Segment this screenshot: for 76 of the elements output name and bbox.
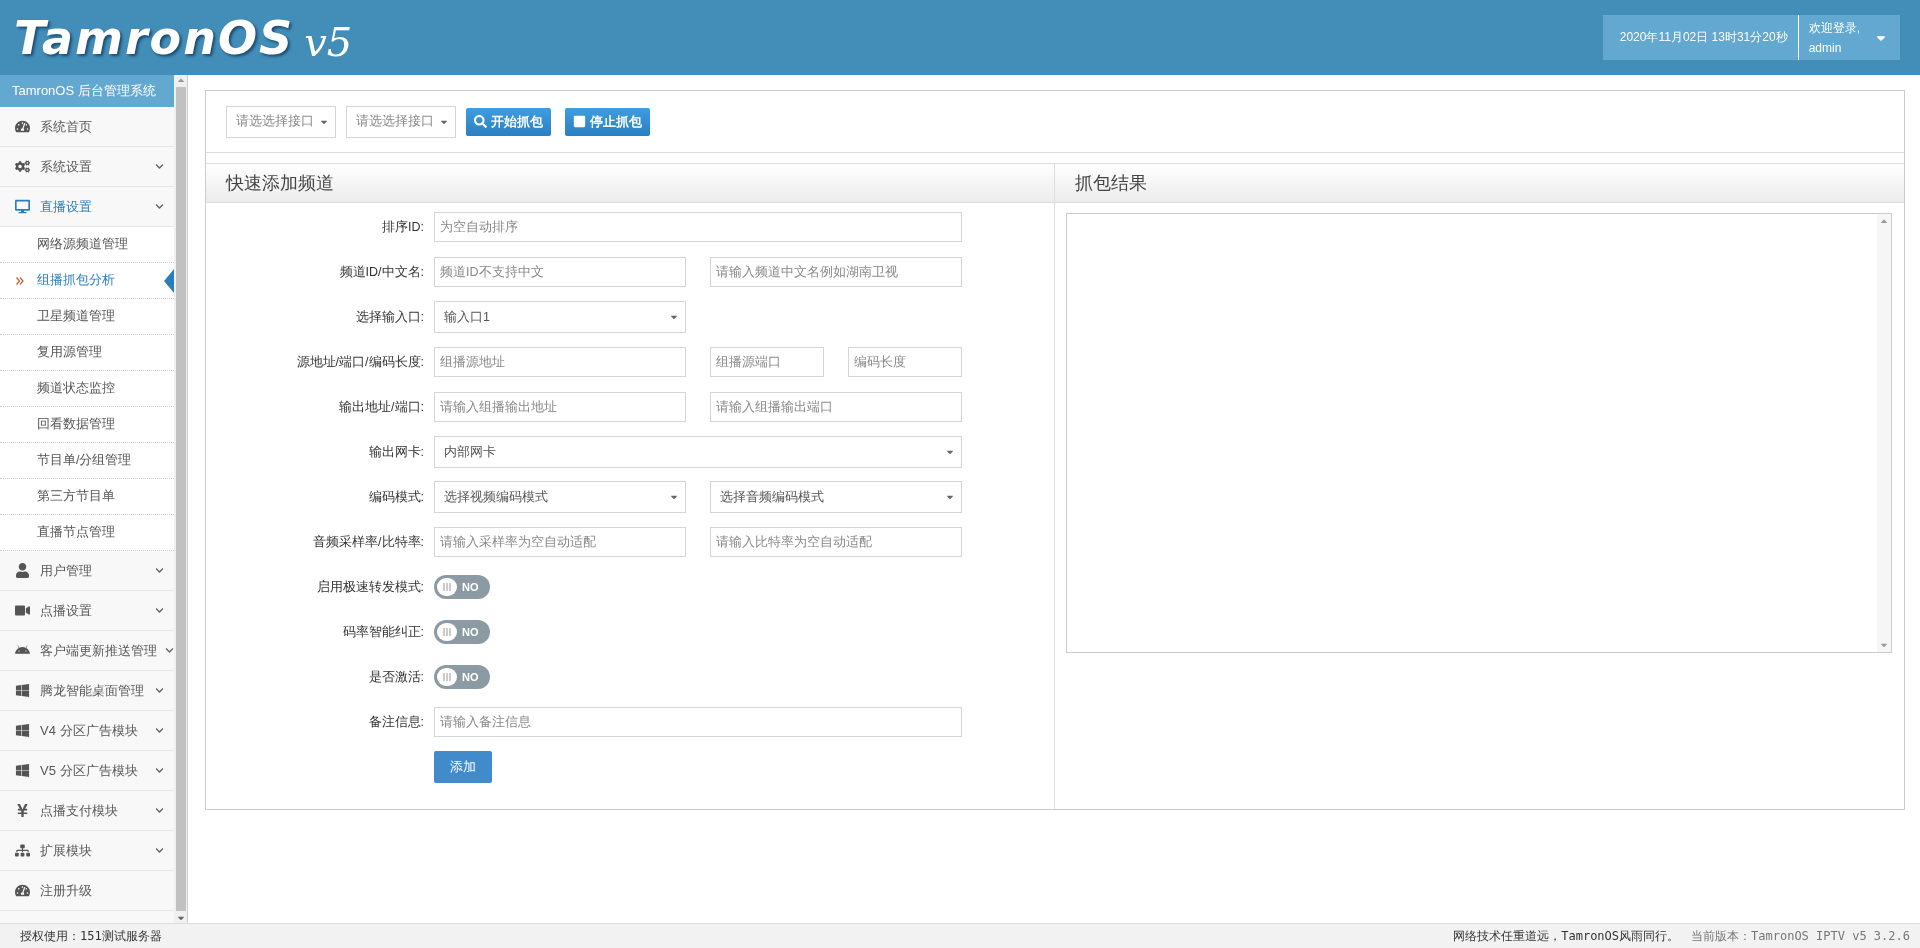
chevron-down-icon	[155, 806, 165, 815]
field-label: 选择输入口:	[354, 308, 425, 326]
grip-icon	[443, 673, 451, 681]
input-field[interactable]: 请输入备注信息	[434, 707, 962, 737]
sidebar-subitem[interactable]: 卫星频道管理	[0, 299, 175, 335]
scrollbar[interactable]	[174, 75, 187, 923]
search-icon	[474, 115, 487, 128]
input-field[interactable]: 组播源端口	[710, 347, 824, 377]
chevron-down-icon	[155, 566, 165, 575]
grip-icon	[443, 628, 451, 636]
input-field[interactable]: 请输入组播输出地址	[434, 392, 686, 422]
select-field[interactable]: 内部网卡	[434, 436, 962, 468]
add-button[interactable]: 添加	[434, 751, 492, 783]
double-chevron-icon	[16, 276, 24, 285]
logo-text: TamronOS	[14, 10, 295, 65]
interface-select[interactable]: 请选选择接口	[346, 105, 456, 138]
welcome-text: 欢迎登录,	[1808, 20, 1860, 37]
field-label: 输出网卡:	[367, 443, 425, 461]
sidebar-subitem[interactable]: 回看数据管理	[0, 407, 175, 443]
field-label: 码率智能纠正:	[341, 623, 425, 641]
field-label: 编码模式:	[367, 488, 425, 506]
select-field[interactable]: 选择视频编码模式	[434, 481, 686, 513]
input-field[interactable]: 频道ID不支持中文	[434, 257, 686, 287]
sidebar-subitem[interactable]: 节目单/分组管理	[0, 443, 175, 479]
chevron-down-icon	[155, 162, 165, 171]
interface-select[interactable]: 请选选择接口	[226, 105, 336, 138]
sitemap-icon	[12, 843, 32, 858]
logo-version: v5	[304, 18, 353, 65]
username-text: admin	[1808, 41, 1843, 55]
chevron-down-icon	[155, 766, 165, 775]
version-text: 当前版本：TamronOS IPTV v5 3.2.6	[1691, 927, 1910, 945]
license-text: 授权使用：151测试服务器	[20, 927, 162, 945]
input-field[interactable]: 请输入频道中文名例如湖南卫视	[710, 257, 962, 287]
input-field[interactable]: 请输入组播输出端口	[710, 392, 962, 422]
chevron-down-icon	[155, 686, 165, 695]
stop-capture-button[interactable]: 停止抓包	[565, 107, 650, 136]
sidebar-subitem[interactable]: 直播节点管理	[0, 515, 175, 551]
video-camera-icon	[12, 603, 32, 618]
sidebar-subitem[interactable]: 频道状态监控	[0, 371, 175, 407]
select-field[interactable]: 选择音频编码模式	[710, 481, 962, 513]
gears-icon	[12, 159, 32, 174]
chevron-down-icon	[155, 606, 165, 615]
chevron-down-icon	[155, 846, 165, 855]
field-label: 音频采样率/比特率:	[312, 533, 425, 551]
input-field[interactable]: 请输入采样率为空自动适配	[434, 527, 686, 557]
field-label: 是否激活:	[367, 668, 425, 686]
scrollbar[interactable]	[1877, 214, 1891, 652]
input-field[interactable]: 请输入比特率为空自动适配	[710, 527, 962, 557]
field-label: 备注信息:	[367, 713, 425, 731]
field-label: 输出地址/端口:	[338, 398, 425, 416]
stop-icon	[573, 115, 586, 128]
field-label: 频道ID/中文名:	[338, 263, 425, 281]
input-field[interactable]: 编码长度	[848, 347, 962, 377]
chevron-down-icon	[155, 202, 165, 211]
slogan-text: 网络技术任重道远，TamronOS风雨同行。	[1453, 927, 1680, 945]
sidebar-subitem[interactable]: 网络源频道管理	[0, 227, 175, 263]
field-label: 排序ID:	[381, 218, 425, 236]
input-field[interactable]: 组播源地址	[434, 347, 686, 377]
start-capture-button[interactable]: 开始抓包	[466, 107, 551, 136]
sidebar-subitem[interactable]: 组播抓包分析	[0, 263, 175, 299]
sidebar-subitem[interactable]: 第三方节目单	[0, 479, 175, 515]
sidebar-subitem[interactable]: 复用源管理	[0, 335, 175, 371]
monitor-icon	[12, 199, 32, 214]
sidebar-title: TamronOS 后台管理系统	[0, 75, 175, 107]
dashboard-icon	[12, 119, 32, 134]
panel-title: 抓包结果	[1054, 163, 1904, 203]
panel-title: 快速添加频道	[206, 163, 1054, 203]
field-label: 启用极速转发模式:	[315, 578, 425, 596]
select-field[interactable]: 输入口1	[434, 301, 686, 333]
chevron-down-icon	[155, 726, 165, 735]
input-field[interactable]: 为空自动排序	[434, 212, 962, 242]
dashboard-icon	[12, 883, 32, 898]
datetime-text: 2020年11月02日 13时31分20秒	[1618, 29, 1789, 46]
chevron-down-icon	[165, 646, 174, 655]
grip-icon	[443, 583, 451, 591]
field-label: 源地址/端口/编码长度:	[295, 353, 425, 371]
